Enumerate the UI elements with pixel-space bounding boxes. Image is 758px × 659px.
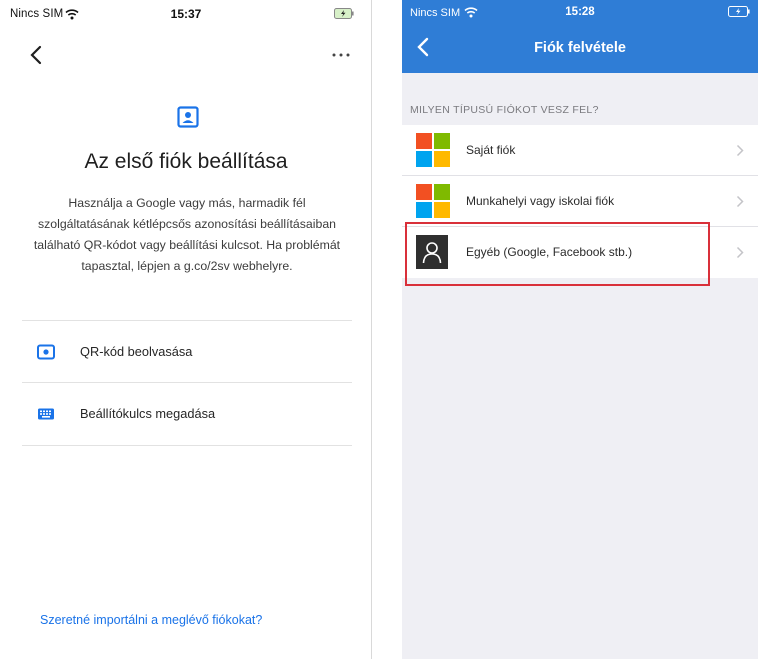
enter-setup-key-option[interactable]: Beállítókulcs megadása xyxy=(22,384,352,444)
camera-icon xyxy=(37,344,55,360)
work-school-account-label: Munkahelyi vagy iskolai fiók xyxy=(466,194,615,208)
chevron-right-icon xyxy=(736,144,744,157)
header-title: Fiók felvétele xyxy=(534,40,626,56)
enter-setup-key-label: Beállítókulcs megadása xyxy=(80,406,216,421)
divider xyxy=(22,320,352,321)
other-account-label: Egyéb (Google, Facebook stb.) xyxy=(466,245,633,259)
account-type-list: Saját fiók Munkahelyi vagy iskolai fiók … xyxy=(402,125,758,278)
more-options-icon[interactable] xyxy=(329,48,353,62)
divider xyxy=(22,382,352,383)
page-description: Használja a Google vagy más, harmadik fé… xyxy=(33,196,341,273)
status-time: 15:37 xyxy=(170,7,202,21)
chevron-right-icon xyxy=(736,246,744,259)
personal-account-option[interactable]: Saját fiók xyxy=(402,125,758,176)
microsoft-logo-icon xyxy=(416,133,450,167)
navigation-header: Nincs SIM 15:28 Fiók felvétele xyxy=(402,0,758,73)
microsoft-authenticator-screen: Nincs SIM 15:28 Fiók felvétele MILYEN TÍ… xyxy=(402,0,758,659)
page-title: Az első fiók beállítása xyxy=(84,150,288,173)
battery-icon xyxy=(334,8,354,19)
status-bar: Nincs SIM 15:37 xyxy=(0,0,371,26)
back-button[interactable] xyxy=(26,44,48,66)
chevron-right-icon xyxy=(736,195,744,208)
work-school-account-option[interactable]: Munkahelyi vagy iskolai fiók xyxy=(402,176,758,227)
divider xyxy=(22,445,352,446)
scan-qr-code-option[interactable]: QR-kód beolvasása xyxy=(22,322,352,382)
other-account-option[interactable]: Egyéb (Google, Facebook stb.) xyxy=(402,227,758,278)
person-icon xyxy=(416,235,448,269)
keyboard-icon xyxy=(38,408,54,420)
google-authenticator-screen: Nincs SIM 15:37 Az első fiók beállítása … xyxy=(0,0,372,659)
battery-icon xyxy=(728,6,750,17)
account-badge-icon xyxy=(177,106,199,128)
personal-account-label: Saját fiók xyxy=(466,143,516,157)
scan-qr-code-label: QR-kód beolvasása xyxy=(80,344,193,359)
microsoft-logo-icon xyxy=(416,184,450,218)
status-time: 15:28 xyxy=(565,6,595,18)
import-accounts-link[interactable]: Szeretné importálni a meglévő fiókokat? xyxy=(40,613,262,627)
section-header: MILYEN TÍPUSÚ FIÓKOT VESZ FEL? xyxy=(410,104,599,116)
